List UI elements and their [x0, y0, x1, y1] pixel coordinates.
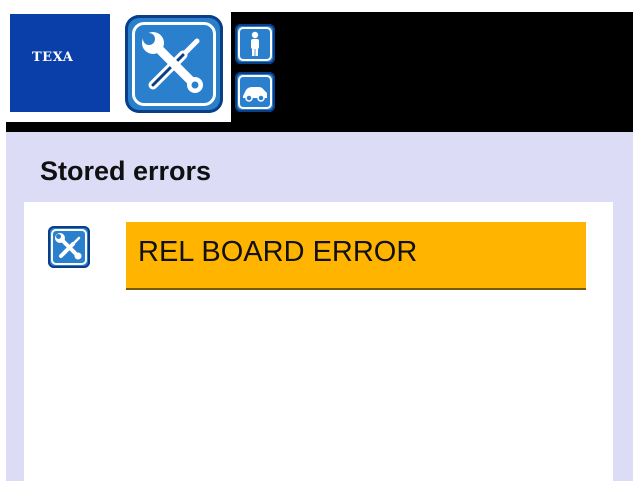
header-bar	[231, 12, 633, 130]
texa-logo: TEXA	[10, 14, 110, 112]
diagnostic-screen: TEXA Stored errors REL BOARD ERROR	[0, 0, 633, 481]
list-item[interactable]: REL BOARD ERROR	[48, 222, 588, 292]
header: TEXA	[0, 0, 633, 132]
person-icon[interactable]	[235, 24, 275, 64]
header-divider	[6, 122, 633, 132]
logo-text: TEXA	[32, 50, 74, 65]
error-label-highlight[interactable]: REL BOARD ERROR	[126, 222, 586, 290]
car-icon[interactable]	[235, 72, 275, 112]
error-text: REL BOARD ERROR	[138, 236, 418, 268]
page-title: Stored errors	[40, 156, 212, 186]
wrench-screwdriver-icon	[48, 226, 90, 268]
wrench-screwdriver-icon[interactable]	[125, 15, 223, 113]
